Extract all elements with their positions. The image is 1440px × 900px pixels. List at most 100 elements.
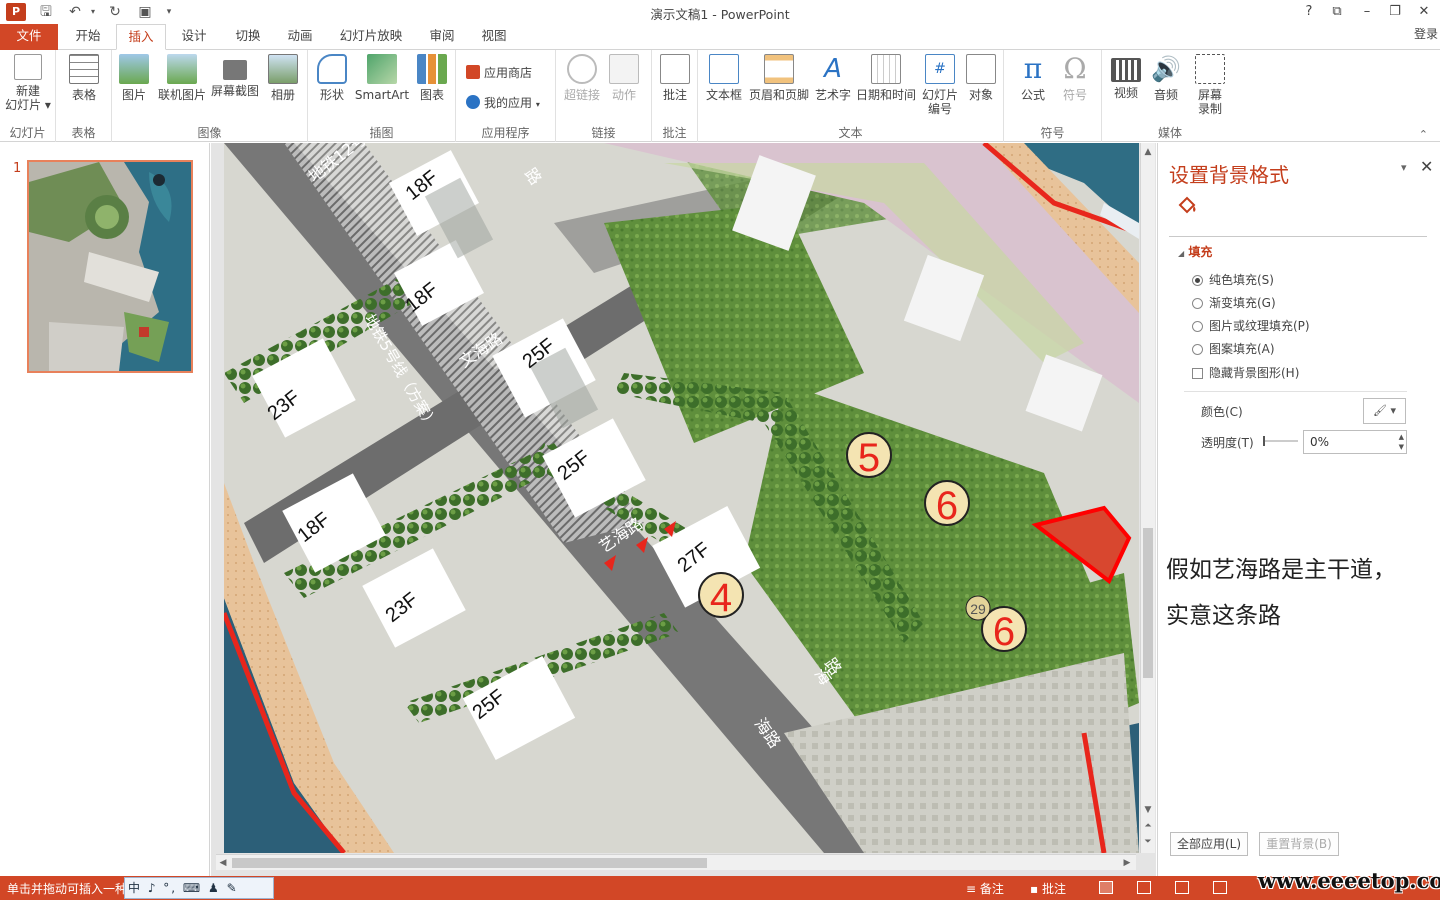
notes-button[interactable]: ≡ 备注 (966, 880, 1004, 897)
textbox-button[interactable]: 文本框 (704, 54, 744, 102)
tab-insert[interactable]: 插入 (116, 24, 166, 50)
vertical-scroll-thumb[interactable] (1143, 528, 1153, 678)
tab-animations[interactable]: 动画 (276, 24, 324, 50)
picture-texture-fill-radio[interactable]: 图片或纹理填充(P) (1192, 318, 1310, 334)
slide-number: 1 (13, 161, 22, 176)
group-tables: 表格 表格 (56, 50, 112, 142)
wordart-button[interactable]: A 艺术字 (812, 54, 854, 102)
color-picker-button[interactable]: 🖌 ▾ (1363, 398, 1406, 424)
transparency-slider[interactable] (1262, 435, 1298, 447)
shapes-button[interactable]: 形状 (314, 54, 350, 102)
login-link[interactable]: 登录 (1414, 25, 1438, 42)
photo-album-button[interactable]: 相册 (264, 54, 302, 102)
my-apps-button[interactable]: 我的应用 ▾ (466, 94, 540, 112)
new-slide-icon (14, 54, 42, 80)
ime-toolbar[interactable]: 中 ♪ °, ⌨ ♟ ✎ (124, 877, 274, 899)
picture-button[interactable]: 图片 (116, 54, 152, 102)
slide-canvas[interactable]: 18F 18F 23F 25F 25F 18F 23F 27F 25F 地铁12… (224, 143, 1139, 853)
date-time-button[interactable]: 日期和时间 (854, 54, 918, 102)
title-bar: P 🖫 ↶ ▾ ↻ ▣ ▾ 演示文稿1 - PowerPoint ? ⧉ – ❐… (0, 0, 1440, 24)
collapse-ribbon-icon[interactable]: ⌃ (1419, 128, 1428, 141)
chart-icon (417, 54, 447, 84)
solid-fill-radio[interactable]: 纯色填充(S) (1192, 272, 1274, 288)
video-icon (1111, 58, 1141, 82)
fill-section-header[interactable]: ◢ 填充 (1178, 243, 1212, 260)
pane-options-dropdown-icon[interactable]: ▾ (1401, 161, 1407, 174)
ribbon-tabs: 文件 开始 插入 设计 切换 动画 幻灯片放映 审阅 视图 登录 (0, 24, 1440, 50)
equation-button[interactable]: π 公式 (1014, 52, 1052, 103)
minimize-icon[interactable]: – (1356, 2, 1378, 22)
audio-button[interactable]: 🔊 音频 (1148, 54, 1184, 102)
tab-home[interactable]: 开始 (62, 24, 114, 50)
slideshow-view-icon[interactable] (1213, 881, 1227, 894)
tab-design[interactable]: 设计 (168, 24, 220, 50)
tab-file[interactable]: 文件 (0, 24, 58, 50)
ribbon-display-options-icon[interactable]: ⧉ (1326, 2, 1348, 22)
pattern-fill-radio[interactable]: 图案填充(A) (1192, 341, 1275, 357)
slide-thumbnail-1[interactable] (27, 160, 193, 373)
pi-icon: π (1023, 52, 1043, 85)
close-icon[interactable]: ✕ (1413, 2, 1435, 22)
action-button[interactable]: 动作 (606, 54, 642, 102)
video-button[interactable]: 视频 (1108, 54, 1144, 100)
screen-recording-button[interactable]: 屏幕 录制 (1190, 54, 1230, 116)
smartart-button[interactable]: SmartArt (354, 54, 410, 102)
hyperlink-button[interactable]: 超链接 (560, 54, 604, 102)
scroll-up-icon[interactable]: ▲ (1141, 145, 1155, 159)
thumbnail-map-image (29, 162, 191, 371)
tab-slideshow[interactable]: 幻灯片放映 (332, 24, 410, 50)
slide-sorter-view-icon[interactable] (1137, 881, 1151, 894)
comment-button[interactable]: 批注 (657, 54, 693, 102)
pane-divider (1184, 391, 1407, 392)
marker-label: 5 (858, 436, 880, 480)
app-store-button[interactable]: 应用商店 (466, 64, 532, 82)
omega-icon: Ω (1063, 52, 1087, 85)
gradient-fill-radio[interactable]: 渐变填充(G) (1192, 295, 1276, 311)
reset-background-button[interactable]: 重置背景(B) (1259, 832, 1339, 856)
transparency-label: 透明度(T) (1201, 436, 1254, 450)
textbox-icon (709, 54, 739, 84)
previous-slide-icon[interactable]: ⏶ (1141, 819, 1155, 833)
table-button[interactable]: 表格 (64, 54, 104, 102)
reading-view-icon[interactable] (1175, 881, 1189, 894)
slide-number-button[interactable]: # 幻灯片 编号 (920, 54, 960, 116)
online-pictures-icon (167, 54, 197, 84)
horizontal-scrollbar[interactable]: ◀ ▶ (216, 854, 1136, 870)
object-button[interactable]: 对象 (964, 54, 998, 102)
scroll-right-icon[interactable]: ▶ (1120, 856, 1134, 870)
group-apps: 应用商店 我的应用 ▾ 应用程序 (456, 50, 556, 142)
symbol-button[interactable]: Ω 符号 (1056, 52, 1094, 103)
fill-color-icon: 🖌 (1373, 404, 1387, 417)
normal-view-icon[interactable] (1099, 881, 1113, 894)
chart-button[interactable]: 图表 (414, 54, 450, 102)
header-footer-button[interactable]: 页眉和页脚 (746, 54, 812, 102)
restore-icon[interactable]: ❐ (1384, 2, 1406, 22)
hide-background-checkbox[interactable]: 隐藏背景图形(H) (1192, 365, 1299, 381)
spin-arrows-icon[interactable]: ▲ ▼ (1399, 432, 1404, 452)
group-label-media: 媒体 (1157, 126, 1182, 140)
scroll-down-icon[interactable]: ▼ (1141, 803, 1155, 817)
screenshot-button[interactable]: 屏幕截图 (210, 54, 260, 98)
tab-review[interactable]: 审阅 (418, 24, 466, 50)
watermark: www.eeeetop.com (1258, 868, 1440, 893)
tab-transitions[interactable]: 切换 (222, 24, 274, 50)
group-label-images: 图像 (197, 126, 222, 140)
group-text: 文本框 页眉和页脚 A 艺术字 日期和时间 # 幻灯片 编号 对象 文本 (698, 50, 1004, 142)
new-slide-button[interactable]: 新建 幻灯片 ▾ (4, 54, 52, 112)
scroll-left-icon[interactable]: ◀ (216, 856, 230, 870)
photo-album-icon (268, 54, 298, 84)
transparency-input[interactable]: 0% ▲ ▼ (1303, 430, 1407, 454)
next-slide-icon[interactable]: ⏷ (1141, 835, 1155, 849)
tab-view[interactable]: 视图 (470, 24, 518, 50)
group-media: 视频 🔊 音频 屏幕 录制 媒体 (1102, 50, 1238, 142)
pane-close-icon[interactable]: ✕ (1420, 157, 1433, 176)
help-icon[interactable]: ? (1298, 2, 1320, 22)
paint-bucket-icon[interactable] (1174, 193, 1200, 219)
horizontal-scroll-thumb[interactable] (232, 858, 707, 868)
apply-to-all-button[interactable]: 全部应用(L) (1170, 832, 1248, 856)
vertical-scrollbar[interactable]: ▲ ▼ ⏶ ⏷ (1140, 143, 1155, 853)
status-bar: 单击并拖动可插入一种 中 ♪ °, ⌨ ♟ ✎ ≡ 备注 ▪ 批注 (0, 876, 1440, 900)
online-pictures-button[interactable]: 联机图片 (156, 54, 208, 102)
comments-button[interactable]: ▪ 批注 (1030, 880, 1066, 897)
marker-label: 29 (970, 601, 986, 617)
